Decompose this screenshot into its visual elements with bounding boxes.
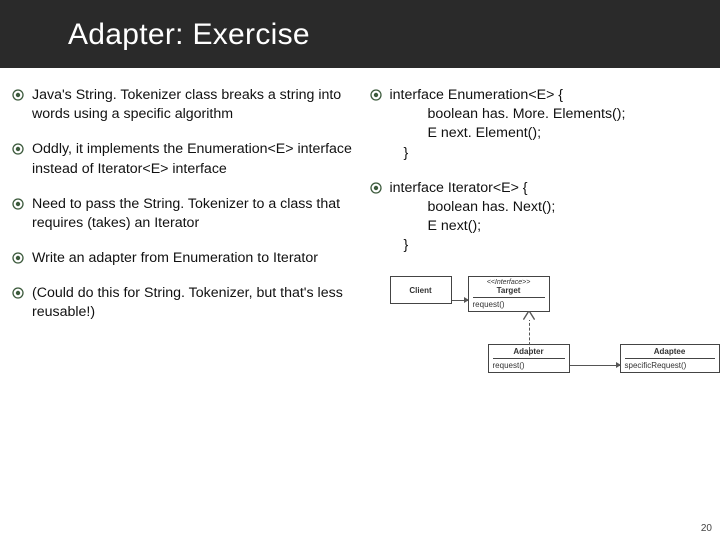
enumeration-code: interface Enumeration<E> { boolean has. … [390,86,626,163]
code-line: } [390,237,409,253]
bullet-text: Write an adapter from Enumeration to Ite… [32,249,318,268]
iterator-code: interface Iterator<E> { boolean has. Nex… [390,179,556,256]
uml-adaptee-name: Adaptee [625,347,715,356]
uml-realization-arrowhead [524,312,534,320]
code-line: boolean has. Next(); [390,198,556,217]
slide-number: 20 [701,523,712,534]
bullet-item: Write an adapter from Enumeration to Ite… [12,249,370,268]
uml-target-name: Target [473,286,545,295]
right-column: interface Enumeration<E> { boolean has. … [370,86,710,339]
code-line: boolean has. More. Elements(); [390,105,626,124]
slide-body: Java's String. Tokenizer class breaks a … [0,68,720,339]
uml-target-method: request() [473,297,545,309]
bullet-text: Need to pass the String. Tokenizer to a … [32,195,370,233]
target-bullet-icon [12,143,24,155]
uml-realization-line [529,318,530,350]
target-bullet-icon [12,198,24,210]
uml-client-box: Client [390,276,452,304]
bullet-text: (Could do this for String. Tokenizer, bu… [32,284,370,322]
uml-association-arrow [570,365,620,366]
uml-association-arrow [452,300,468,301]
code-line: E next. Element(); [390,124,626,143]
code-line: } [390,145,409,161]
code-line: interface Iterator<E> { [390,180,528,196]
uml-diagram: Client <<Interface>> Target request() Ad… [390,276,720,373]
left-column: Java's String. Tokenizer class breaks a … [12,86,370,339]
code-line: E next(); [390,217,556,236]
code-item: interface Iterator<E> { boolean has. Nex… [370,179,710,256]
uml-adaptee-box: Adaptee specificRequest() [620,344,720,373]
uml-client-label: Client [395,286,447,295]
code-line: interface Enumeration<E> { [390,87,564,103]
bullet-item: Java's String. Tokenizer class breaks a … [12,86,370,124]
target-bullet-icon [12,252,24,264]
bullet-item: (Could do this for String. Tokenizer, bu… [12,284,370,322]
code-item: interface Enumeration<E> { boolean has. … [370,86,710,163]
bullet-item: Need to pass the String. Tokenizer to a … [12,195,370,233]
bullet-text: Oddly, it implements the Enumeration<E> … [32,140,370,178]
slide-title: Adapter: Exercise [0,0,720,68]
target-bullet-icon [12,89,24,101]
bullet-item: Oddly, it implements the Enumeration<E> … [12,140,370,178]
target-bullet-icon [12,287,24,299]
target-bullet-icon [370,89,382,101]
uml-adapter-method: request() [493,358,565,370]
uml-target-box: <<Interface>> Target request() [468,276,550,312]
uml-stereotype: <<Interface>> [473,279,545,286]
target-bullet-icon [370,182,382,194]
uml-adaptee-method: specificRequest() [625,358,715,370]
bullet-text: Java's String. Tokenizer class breaks a … [32,86,370,124]
